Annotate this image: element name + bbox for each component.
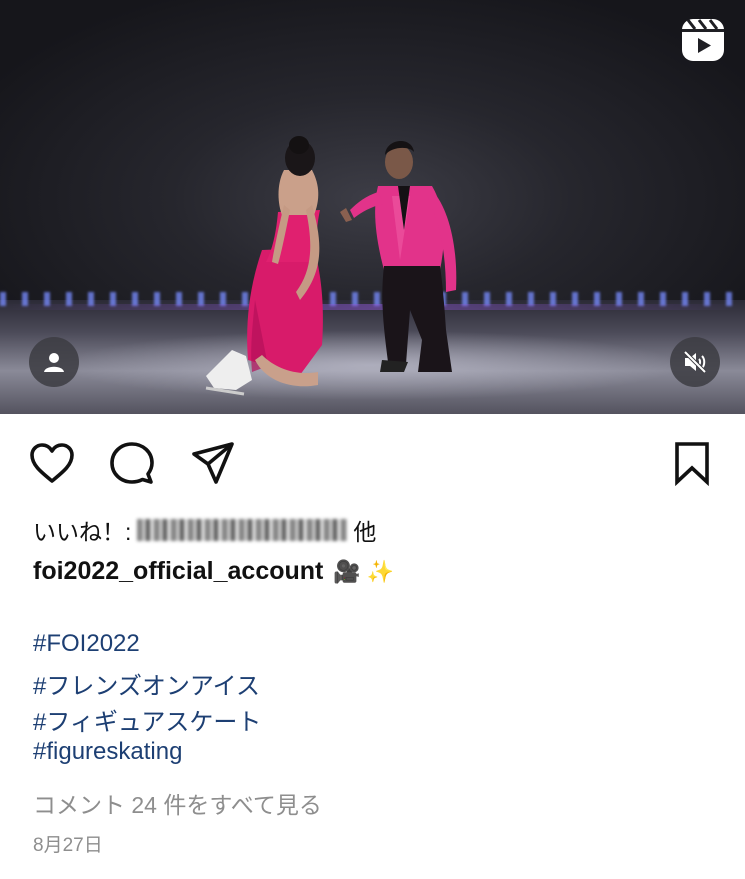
caption-username[interactable]: foi2022_official_account [33,557,323,586]
hashtag-link[interactable]: #FOI2022 [33,630,140,658]
hashtag-link[interactable]: #figureskating [33,738,182,766]
reels-icon[interactable] [679,16,727,64]
likes-line[interactable]: いいね！: 他 [33,513,376,547]
paper-plane-icon [192,442,234,484]
user-icon [44,353,64,372]
heart-icon [30,443,74,483]
post-action-bar [0,438,745,492]
caption-emojis: 🎥 ✨ [333,558,395,584]
caption-header: foi2022_official_account 🎥 ✨ [33,557,394,586]
hashtag-link[interactable]: #フレンズオンアイス [33,666,260,701]
post-date: 8月27日 [33,835,103,856]
save-button[interactable] [667,438,717,488]
share-button[interactable] [188,438,238,488]
speaker-muted-icon [683,350,707,374]
skaters-illustration [205,136,457,396]
likes-prefix: いいね！: [33,519,132,545]
male-skater [340,141,457,372]
view-all-comments-link[interactable]: コメント 24 件をすべて見る [33,786,322,820]
post-video[interactable] [0,0,745,414]
like-button[interactable] [27,438,77,488]
liker-username-blurred[interactable] [137,519,348,541]
mute-button[interactable] [670,337,720,387]
tagged-user-button[interactable] [29,337,79,387]
female-skater [205,136,323,396]
comment-bubble-icon [110,442,154,484]
bookmark-icon [675,442,709,486]
hashtag-link[interactable]: #フィギュアスケート [33,702,261,737]
likes-suffix[interactable]: 他 [353,513,376,547]
comment-button[interactable] [107,438,157,488]
